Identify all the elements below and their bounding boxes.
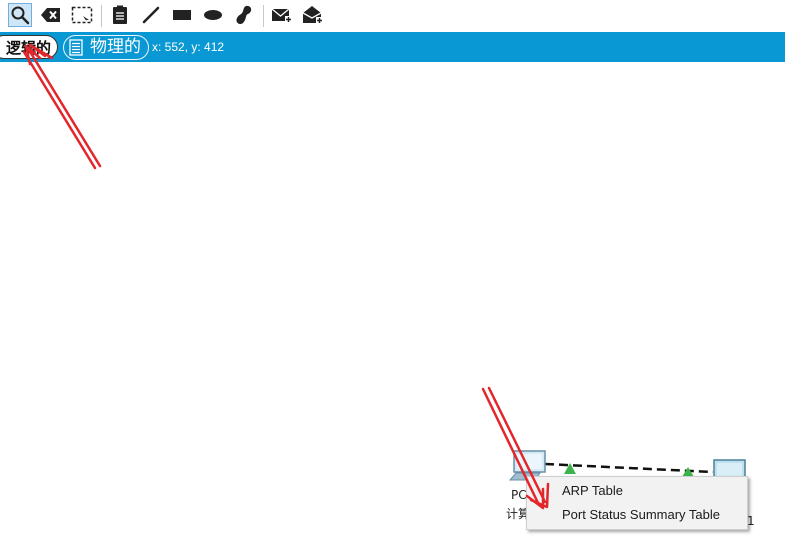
inspect-tool-button[interactable] [8,3,32,27]
cursor-coordinates: x: 552, y: 412 [152,40,225,54]
simple-pdu-button[interactable] [270,3,294,27]
add-simple-pdu-icon [271,8,292,23]
note-tool-button[interactable] [108,3,132,27]
freeform-tool-button[interactable] [232,3,256,27]
tab-logical[interactable]: 逻辑的 [0,35,58,59]
toolbar-divider [263,5,264,27]
resize-selection-icon [71,6,93,24]
toolbar [0,0,785,31]
draw-rectangle-icon [173,10,191,20]
complex-pdu-button[interactable] [301,3,325,27]
resize-tool-button[interactable] [70,3,94,27]
toolbar-divider [101,5,102,27]
draw-ellipse-icon [204,10,222,20]
freeform-shape-icon [236,5,252,25]
inspect-magnifier-icon [11,6,30,25]
tab-physical[interactable]: 物理的 [63,35,149,60]
physical-rack-icon [69,39,83,56]
tab-physical-label: 物理的 [90,37,141,57]
right-device-label: 1 [747,514,755,528]
delete-tool-button[interactable] [39,3,63,27]
menu-item-port-status-summary[interactable]: Port Status Summary Table [562,507,720,522]
place-note-icon [113,5,127,24]
menu-item-arp-table[interactable]: ARP Table [562,483,623,498]
rectangle-tool-button[interactable] [170,3,194,27]
pc-device-label: PC [511,488,527,502]
draw-line-icon [142,6,160,24]
tab-logical-label: 逻辑的 [5,39,51,57]
line-tool-button[interactable] [139,3,163,27]
add-complex-pdu-icon [302,6,323,24]
device-context-menu: ARP Table Port Status Summary Table [526,476,748,530]
delete-icon [41,8,60,22]
ellipse-tool-button[interactable] [201,3,225,27]
